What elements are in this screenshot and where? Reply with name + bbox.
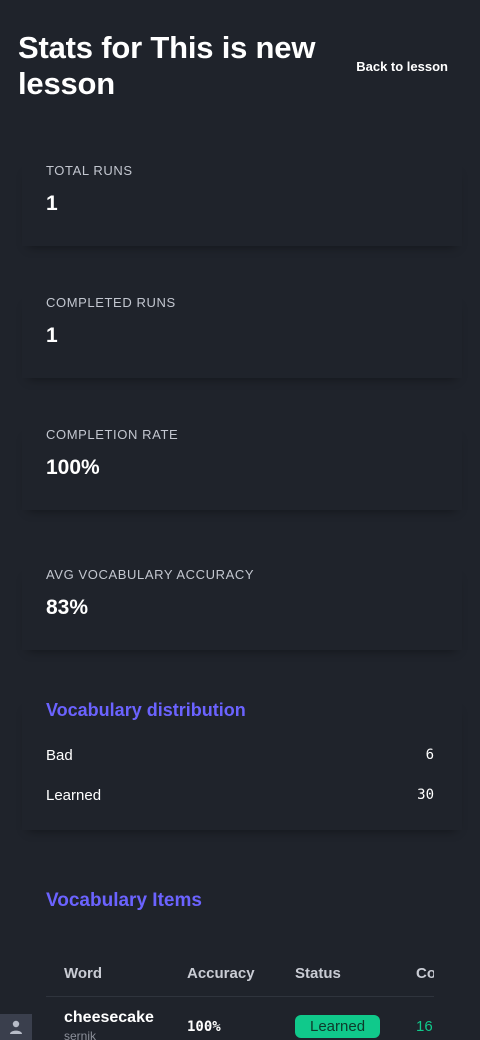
cell-status: Learned xyxy=(295,996,416,1040)
column-header-accuracy[interactable]: Accuracy xyxy=(187,952,295,997)
stat-label: TOTAL RUNS xyxy=(46,163,133,178)
cell-count: 16 xyxy=(416,996,434,1040)
distribution-title: Vocabulary distribution xyxy=(46,700,246,720)
word-text: cheesecake xyxy=(64,1009,154,1027)
vocabulary-items-section: Vocabulary Items xyxy=(46,890,480,912)
stat-card-completed-runs: COMPLETED RUNS 1 xyxy=(22,295,462,378)
vocabulary-table: Word Accuracy Status Co cheesecake serni… xyxy=(46,952,434,1040)
stat-card-avg-vocab-accuracy: AVG VOCABULARY ACCURACY 83% xyxy=(22,567,462,650)
stat-value: 1 xyxy=(46,324,58,347)
stat-value: 83% xyxy=(46,596,89,619)
table-header-row: Word Accuracy Status Co xyxy=(46,952,434,997)
distribution-label: Bad xyxy=(46,746,73,764)
status-badge: Learned xyxy=(295,1014,381,1038)
stat-card-total-runs: TOTAL RUNS 1 xyxy=(22,163,462,246)
vocabulary-table-scroll[interactable]: Word Accuracy Status Co cheesecake serni… xyxy=(46,952,434,1040)
distribution-row: Learned 30 xyxy=(46,775,434,815)
vocabulary-items-title: Vocabulary Items xyxy=(46,890,202,911)
stat-value: 1 xyxy=(46,192,58,215)
accuracy-value: 100% xyxy=(187,1018,221,1035)
stat-value: 100% xyxy=(46,456,100,479)
back-to-lesson-link[interactable]: Back to lesson xyxy=(356,59,448,74)
distribution-row: Bad 6 xyxy=(46,735,434,775)
column-header-count[interactable]: Co xyxy=(416,952,434,997)
word-translation: sernik xyxy=(64,1029,97,1040)
column-header-status[interactable]: Status xyxy=(295,952,416,997)
user-icon xyxy=(10,1020,22,1034)
table-row[interactable]: cheesecake sernik 100% Learned 16 xyxy=(46,996,434,1040)
stat-label: AVG VOCABULARY ACCURACY xyxy=(46,567,255,582)
distribution-list: Bad 6 Learned 30 xyxy=(46,735,434,815)
distribution-count: 6 xyxy=(425,747,434,763)
column-header-word[interactable]: Word xyxy=(46,952,187,997)
avatar[interactable] xyxy=(0,1014,32,1040)
vocabulary-distribution-card: Vocabulary distribution Bad 6 Learned 30 xyxy=(22,700,462,830)
page-title: Stats for This is new lesson xyxy=(18,30,316,101)
stat-card-completion-rate: COMPLETION RATE 100% xyxy=(22,427,462,510)
page-header: Stats for This is new lesson Back to les… xyxy=(18,30,462,102)
cell-accuracy: 100% xyxy=(187,996,295,1040)
stats-page: Stats for This is new lesson Back to les… xyxy=(0,0,480,1040)
count-value: 16 xyxy=(416,1017,433,1035)
distribution-label: Learned xyxy=(46,786,102,804)
cell-word: cheesecake sernik xyxy=(46,996,187,1040)
stat-label: COMPLETION RATE xyxy=(46,427,179,442)
distribution-count: 30 xyxy=(417,787,434,803)
stat-label: COMPLETED RUNS xyxy=(46,295,176,310)
